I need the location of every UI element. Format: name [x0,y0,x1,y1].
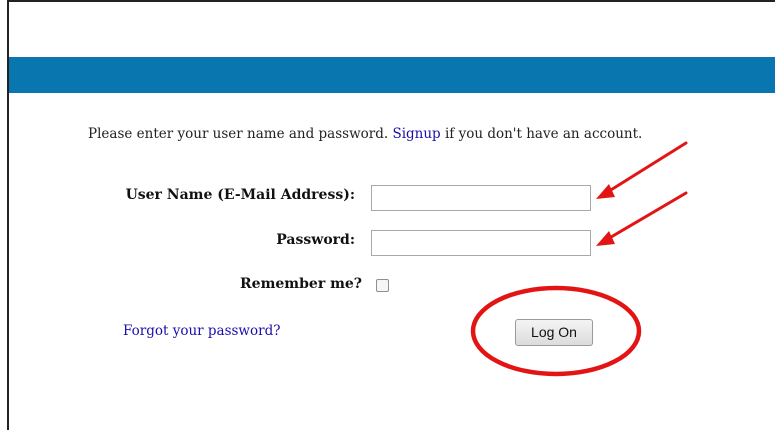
red-arrow-icon [596,191,688,246]
red-arrow-icon [596,141,688,199]
red-circle-icon [470,285,642,377]
annotation-overlay [470,141,688,377]
